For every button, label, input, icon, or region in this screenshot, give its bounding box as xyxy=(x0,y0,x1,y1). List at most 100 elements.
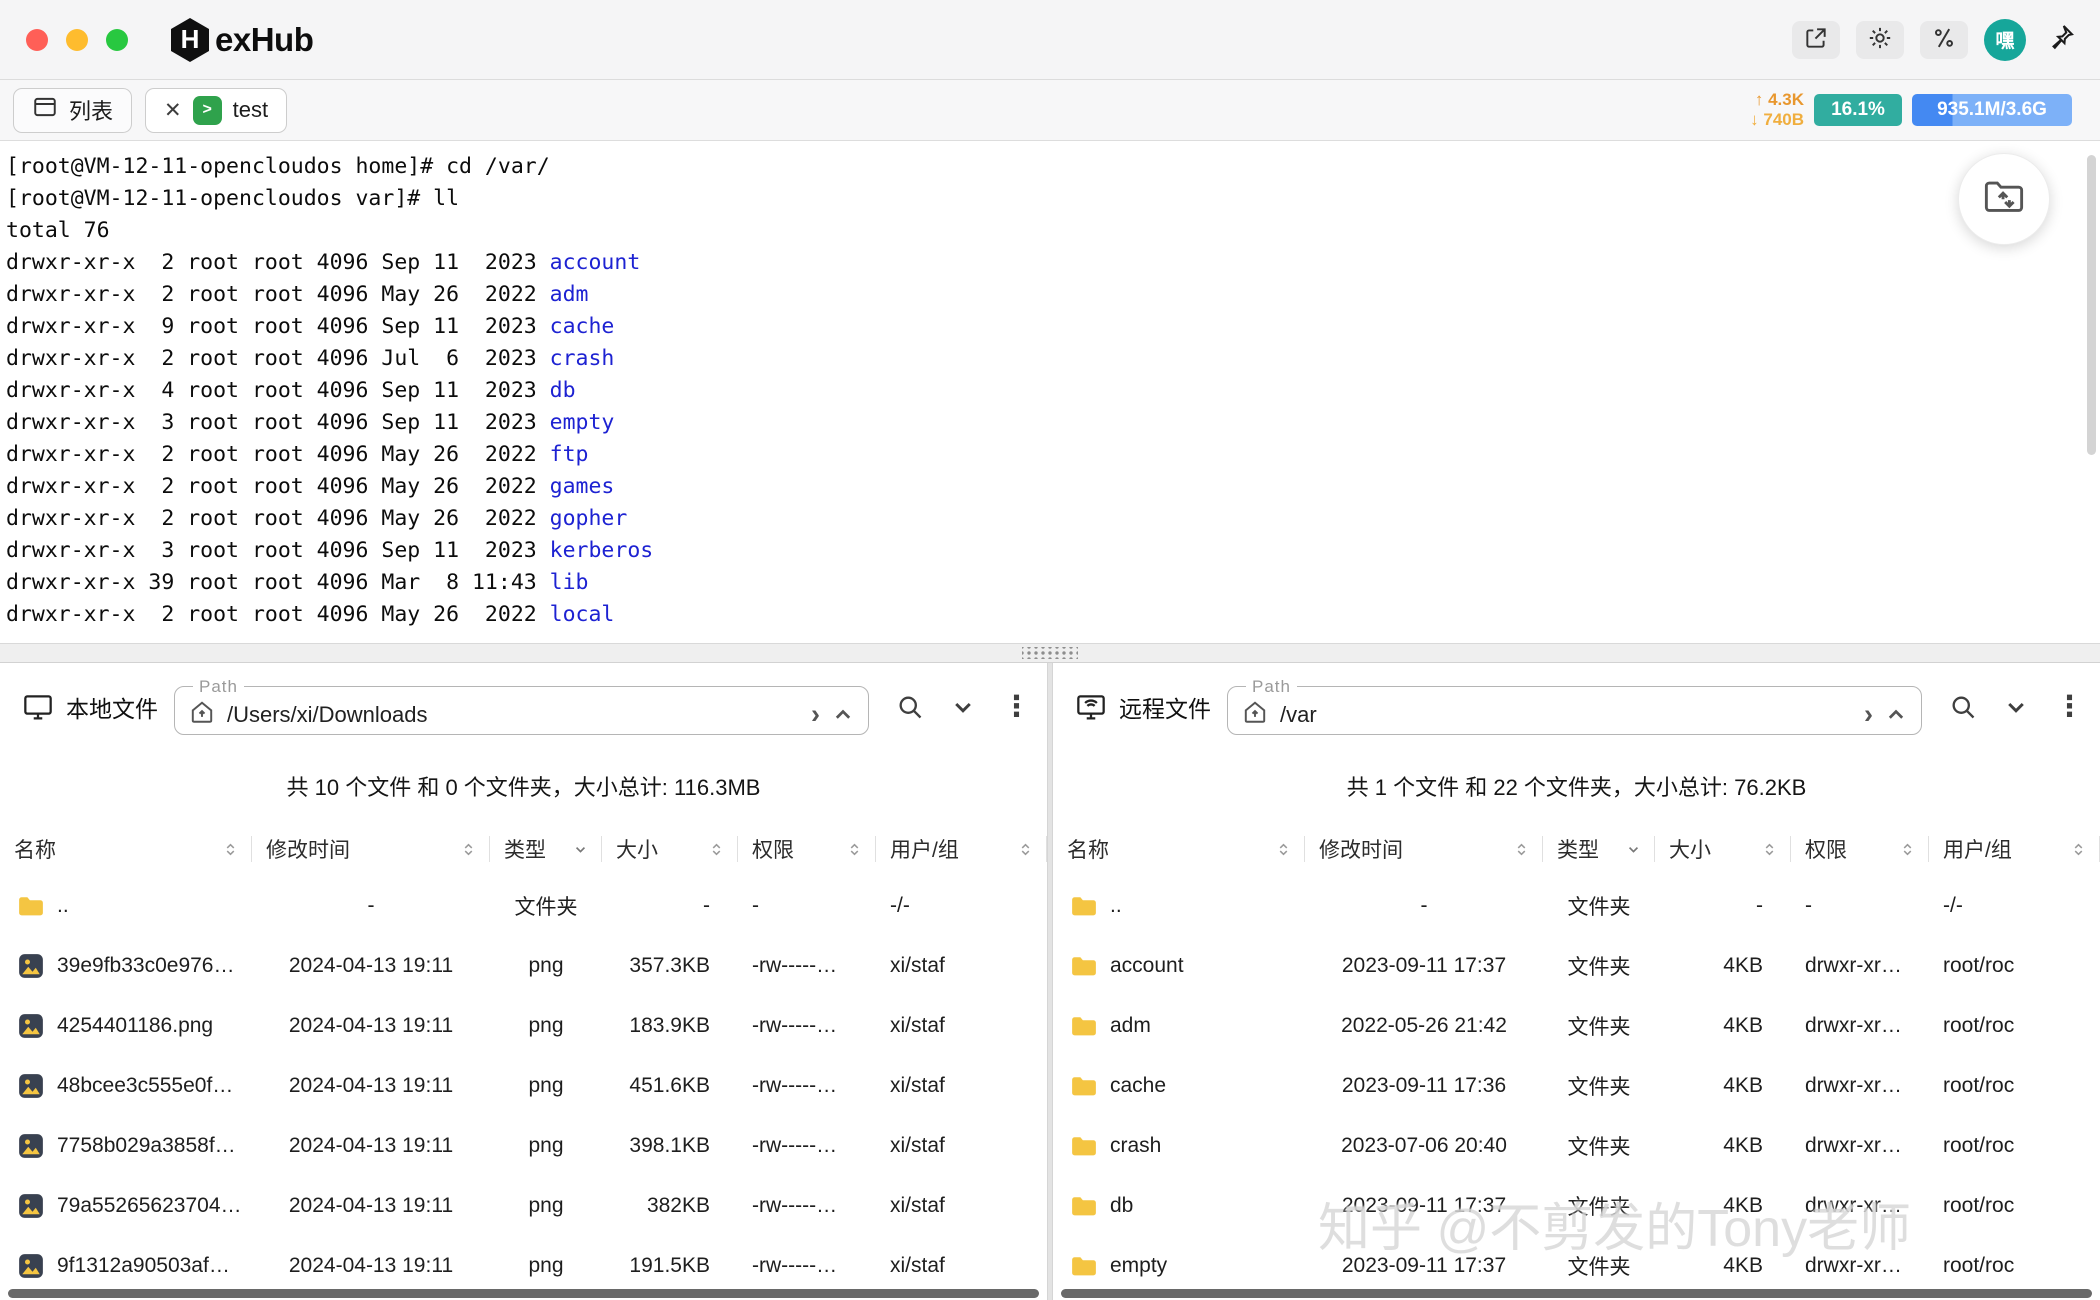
file-type: 文件夹 xyxy=(490,891,602,921)
split-handle[interactable] xyxy=(0,643,2100,663)
path-expand-button[interactable]: › xyxy=(1864,701,1873,728)
file-mtime: 2024-04-13 19:11 xyxy=(252,1194,490,1218)
remote-path-input[interactable]: Path /var › xyxy=(1227,678,1922,735)
file-permissions: -rw-----… xyxy=(738,954,876,978)
home-up-icon[interactable] xyxy=(1242,699,1268,730)
column-header-permissions[interactable]: 权限 xyxy=(738,822,876,876)
column-header-type[interactable]: 类型 xyxy=(490,822,602,876)
file-row[interactable]: 79a55265623704…2024-04-13 19:11png382KB-… xyxy=(0,1176,1047,1236)
file-row[interactable]: cache2023-09-11 17:36文件夹4KBdrwxr-xr…root… xyxy=(1053,1056,2100,1116)
file-row[interactable]: ..-文件夹---/- xyxy=(1053,876,2100,936)
column-header-name[interactable]: 名称 xyxy=(1053,822,1305,876)
pin-button[interactable] xyxy=(2046,22,2076,57)
terminal-line: [root@VM-12-11-opencloudos var]# ll xyxy=(6,183,2100,215)
file-owner-group: root/roc xyxy=(1929,1074,2100,1098)
file-type: png xyxy=(490,1254,602,1278)
file-row[interactable]: ..-文件夹---/- xyxy=(0,876,1047,936)
settings-button[interactable] xyxy=(1856,21,1904,59)
more-menu-button[interactable]: ⋮ xyxy=(2055,689,2084,724)
file-panels: 本地文件 Path /Users/xi/Downloads › xyxy=(0,663,2100,1300)
minimize-window-button[interactable] xyxy=(66,29,88,51)
file-row[interactable]: 48bcee3c555e0f…2024-04-13 19:11png451.6K… xyxy=(0,1056,1047,1116)
column-header-mtime[interactable]: 修改时间 xyxy=(252,822,490,876)
file-row[interactable]: 39e9fb33c0e976…2024-04-13 19:11png357.3K… xyxy=(0,936,1047,996)
file-row[interactable]: account2023-09-11 17:37文件夹4KBdrwxr-xr…ro… xyxy=(1053,936,2100,996)
horizontal-scrollbar[interactable] xyxy=(8,1289,1039,1298)
tab-test[interactable]: ✕ > test xyxy=(145,88,287,133)
terminal-line: drwxr-xr-x 2 root root 4096 May 26 2022 … xyxy=(6,439,2100,471)
file-owner-group: xi/staf xyxy=(876,1014,1047,1038)
file-row[interactable]: 7758b029a3858f…2024-04-13 19:11png398.1K… xyxy=(0,1116,1047,1176)
file-size: - xyxy=(602,894,738,918)
file-row[interactable]: adm2022-05-26 21:42文件夹4KBdrwxr-xr…root/r… xyxy=(1053,996,2100,1056)
file-mtime: 2022-05-26 21:42 xyxy=(1305,1014,1543,1038)
path-collapse-button[interactable] xyxy=(1885,704,1907,726)
path-value[interactable]: /var xyxy=(1280,702,1852,728)
file-mtime: 2024-04-13 19:11 xyxy=(252,1014,490,1038)
panel-menu-chevron-button[interactable] xyxy=(2004,695,2028,719)
folder-icon xyxy=(1069,951,1099,981)
panel-menu-chevron-button[interactable] xyxy=(951,695,975,719)
zoom-window-button[interactable] xyxy=(106,29,128,51)
path-expand-button[interactable]: › xyxy=(811,701,820,728)
upload-arrow-icon: ↑ xyxy=(1755,90,1764,109)
folder-icon xyxy=(16,891,46,921)
file-row[interactable]: 4254401186.png2024-04-13 19:11png183.9KB… xyxy=(0,996,1047,1056)
file-name: 39e9fb33c0e976… xyxy=(0,951,252,981)
file-type: 文件夹 xyxy=(1543,1131,1655,1161)
column-header-mtime[interactable]: 修改时间 xyxy=(1305,822,1543,876)
window-controls xyxy=(26,29,128,51)
column-header-size[interactable]: 大小 xyxy=(602,822,738,876)
file-size: 382KB xyxy=(602,1194,738,1218)
shortcut-button[interactable] xyxy=(1920,21,1968,59)
file-row[interactable]: 9f1312a90503af…2024-04-13 19:11png191.5K… xyxy=(0,1236,1047,1296)
window-list-icon xyxy=(32,94,58,126)
file-row[interactable]: db2023-09-11 17:37文件夹4KBdrwxr-xr…root/ro… xyxy=(1053,1176,2100,1236)
search-button[interactable] xyxy=(1949,693,1977,721)
file-owner-group: xi/staf xyxy=(876,1254,1047,1278)
close-tab-icon[interactable]: ✕ xyxy=(164,100,182,121)
terminal-line: drwxr-xr-x 2 root root 4096 May 26 2022 … xyxy=(6,471,2100,503)
upload-rate: 4.3K xyxy=(1768,90,1804,109)
path-value[interactable]: /Users/xi/Downloads xyxy=(227,702,799,728)
user-avatar[interactable]: 嘿 xyxy=(1984,19,2026,61)
home-up-icon[interactable] xyxy=(189,699,215,730)
column-header-owner-group[interactable]: 用户/组 xyxy=(1929,822,2100,876)
open-in-new-icon xyxy=(1803,25,1829,54)
tab-list[interactable]: 列表 xyxy=(13,88,132,133)
open-file-transfer-button[interactable] xyxy=(1958,153,2050,245)
new-window-button[interactable] xyxy=(1792,21,1840,59)
file-row[interactable]: crash2023-07-06 20:40文件夹4KBdrwxr-xr…root… xyxy=(1053,1116,2100,1176)
file-row[interactable]: empty2023-09-11 17:37文件夹4KBdrwxr-xr…root… xyxy=(1053,1236,2100,1296)
more-menu-button[interactable]: ⋮ xyxy=(1002,689,1031,724)
column-header-name[interactable]: 名称 xyxy=(0,822,252,876)
terminal-directory-name: adm xyxy=(550,282,589,307)
column-header-size[interactable]: 大小 xyxy=(1655,822,1791,876)
local-path-input[interactable]: Path /Users/xi/Downloads › xyxy=(174,678,869,735)
file-type: png xyxy=(490,1194,602,1218)
horizontal-scrollbar[interactable] xyxy=(1061,1289,2092,1298)
file-name: adm xyxy=(1053,1011,1305,1041)
close-window-button[interactable] xyxy=(26,29,48,51)
search-button[interactable] xyxy=(896,693,924,721)
terminal-scrollbar[interactable] xyxy=(2087,155,2096,455)
terminal-line: drwxr-xr-x 2 root root 4096 May 26 2022 … xyxy=(6,599,2100,631)
column-header-owner-group[interactable]: 用户/组 xyxy=(876,822,1047,876)
folder-icon xyxy=(1069,891,1099,921)
terminal[interactable]: [root@VM-12-11-opencloudos home]# cd /va… xyxy=(0,141,2100,643)
file-size: 191.5KB xyxy=(602,1254,738,1278)
download-arrow-icon: ↓ xyxy=(1750,110,1759,129)
file-owner-group: xi/staf xyxy=(876,1134,1047,1158)
terminal-line: drwxr-xr-x 39 root root 4096 Mar 8 11:43… xyxy=(6,567,2100,599)
image-file-icon xyxy=(16,1251,46,1281)
panel-title: 远程文件 xyxy=(1119,690,1211,724)
terminal-line: drwxr-xr-x 3 root root 4096 Sep 11 2023 … xyxy=(6,535,2100,567)
local-monitor-icon xyxy=(22,691,54,723)
path-collapse-button[interactable] xyxy=(832,704,854,726)
column-header-type[interactable]: 类型 xyxy=(1543,822,1655,876)
file-type: 文件夹 xyxy=(1543,1011,1655,1041)
file-size: 4KB xyxy=(1655,954,1791,978)
file-owner-group: root/roc xyxy=(1929,1254,2100,1278)
panel-title: 本地文件 xyxy=(66,690,158,724)
column-header-permissions[interactable]: 权限 xyxy=(1791,822,1929,876)
